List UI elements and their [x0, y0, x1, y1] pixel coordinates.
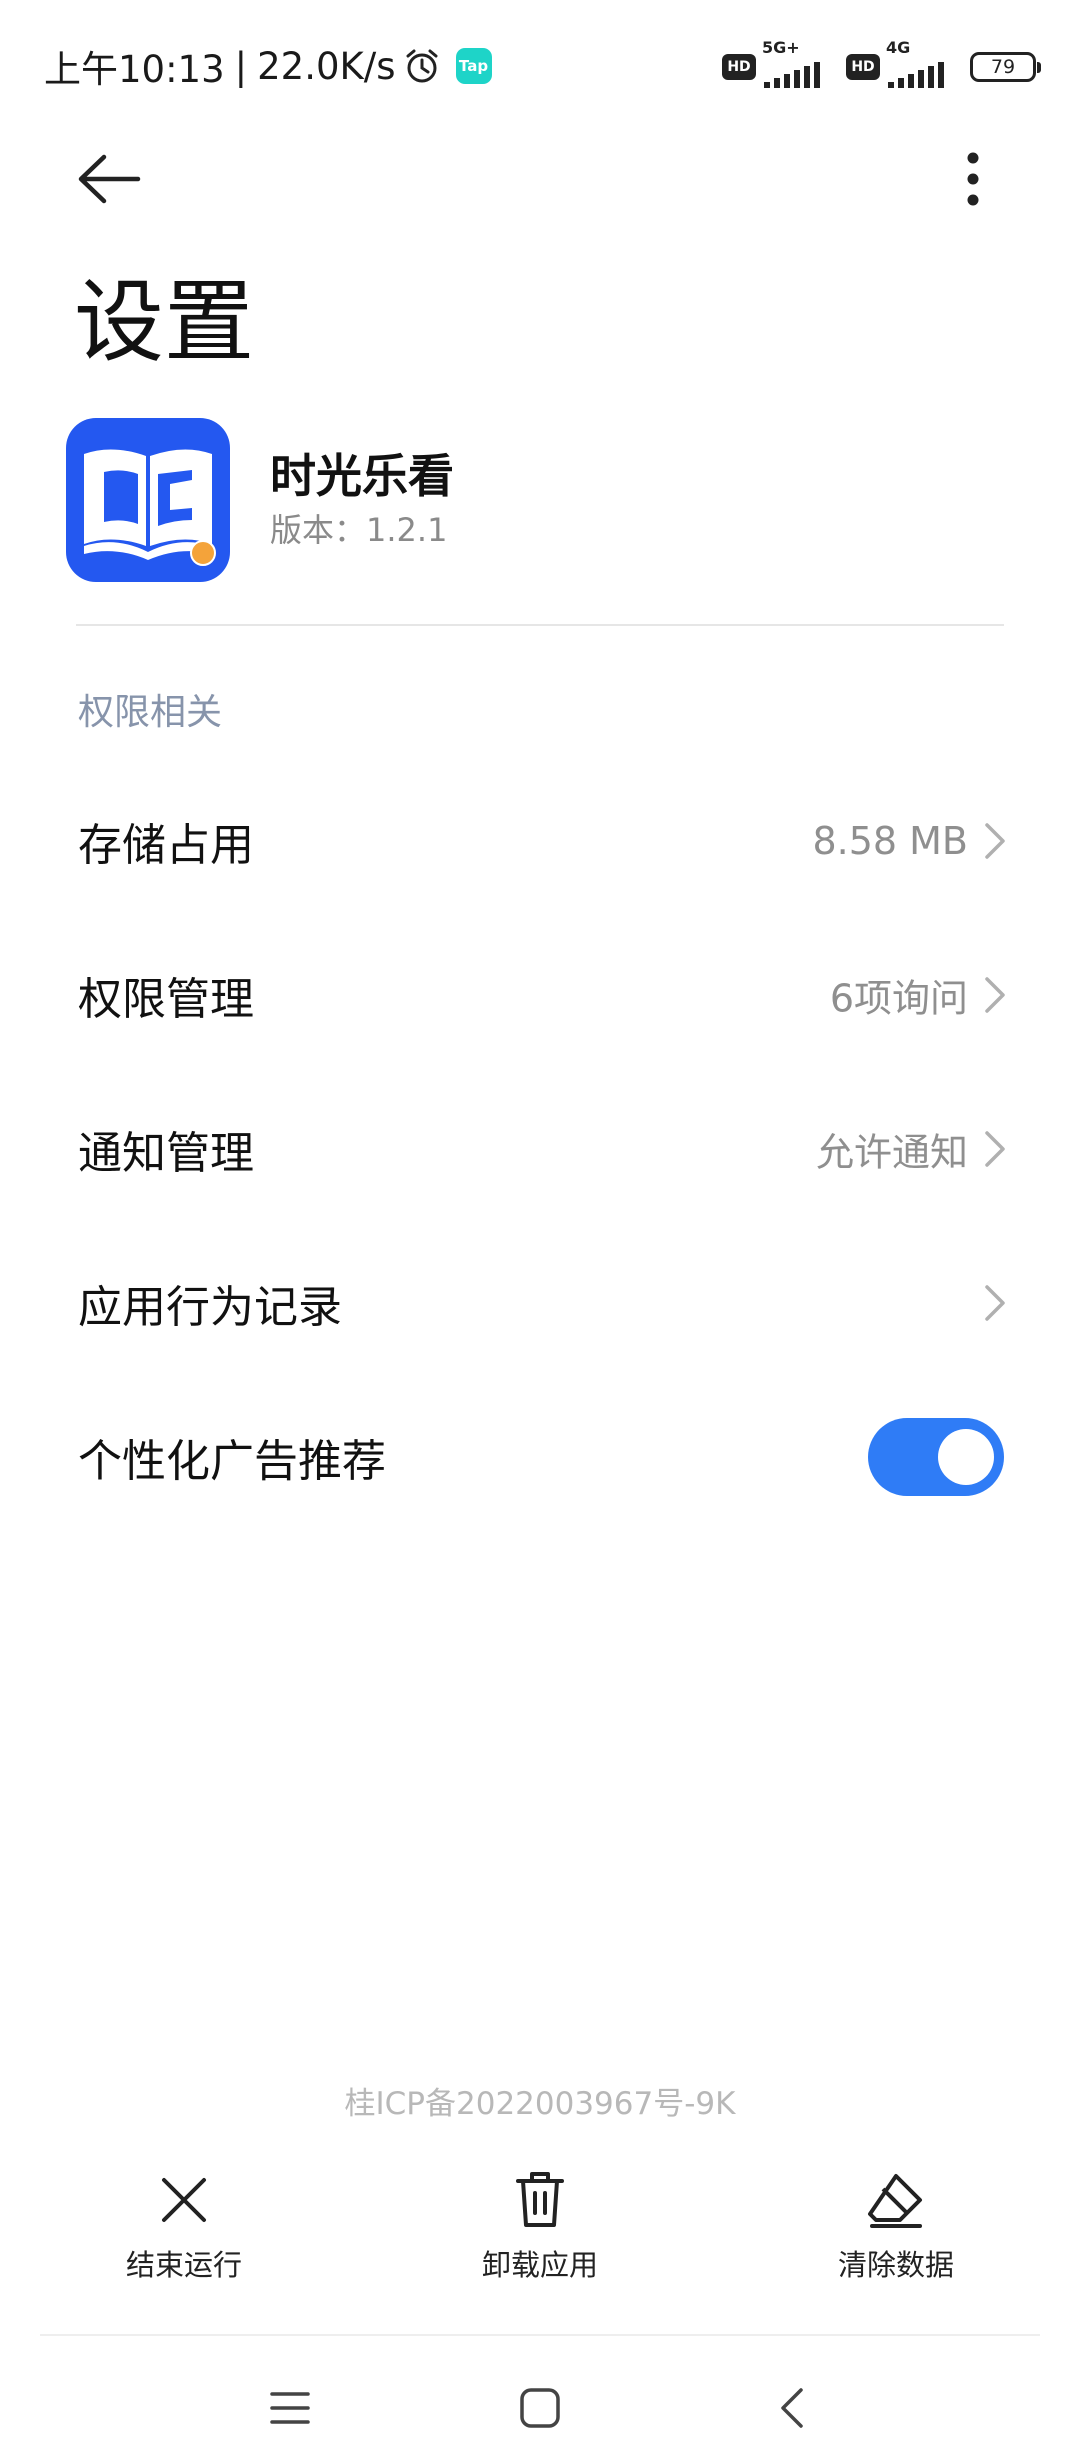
uninstall-button[interactable]: 卸载应用: [430, 2168, 650, 2298]
arrow-left-icon: [78, 154, 141, 204]
alarm-icon: [402, 46, 442, 86]
divider: [76, 624, 1004, 626]
network-type-label-2: 4G: [886, 38, 911, 57]
action-label: 清除数据: [837, 2248, 954, 2282]
signal-icon-2: 4G: [886, 38, 956, 90]
action-bar: 结束运行 卸载应用 清除数据: [0, 2168, 1080, 2298]
force-stop-button[interactable]: 结束运行: [74, 2168, 294, 2298]
battery-icon: 79: [970, 52, 1041, 82]
action-label: 卸载应用: [481, 2248, 598, 2282]
chevron-right-icon: [985, 1285, 1005, 1321]
battery-level: 79: [990, 56, 1016, 78]
setting-app-behavior-log[interactable]: 应用行为记录: [0, 1226, 1080, 1380]
system-back-button[interactable]: [752, 2368, 832, 2448]
home-icon: [520, 2388, 560, 2428]
status-right: HD 5G+ HD 4G 79: [722, 38, 1041, 90]
setting-label: 存储占用: [78, 820, 254, 871]
clear-data-button[interactable]: 清除数据: [786, 2168, 1006, 2298]
home-button[interactable]: [500, 2368, 580, 2448]
setting-value: 6项询问: [829, 976, 968, 1021]
app-version: 版本：1.2.1: [270, 511, 448, 549]
setting-notification-management[interactable]: 通知管理 允许通知: [0, 1072, 1080, 1226]
status-bar: 上午10:13 | 22.0K/s Tap HD 5G+ HD 4G 79: [0, 0, 1080, 135]
back-button[interactable]: [68, 138, 150, 220]
recents-button[interactable]: [250, 2368, 330, 2448]
more-vertical-icon: [967, 152, 979, 206]
link-badge-icon: [190, 540, 216, 566]
tap-app-icon: Tap: [455, 48, 492, 84]
bottom-divider: [40, 2334, 1040, 2336]
chevron-right-icon: [985, 977, 1005, 1013]
back-icon: [781, 2388, 803, 2428]
network-type-label: 5G+: [762, 38, 800, 57]
status-left: 上午10:13 | 22.0K/s Tap: [44, 38, 492, 94]
personalized-ads-toggle[interactable]: [868, 1418, 1004, 1496]
system-nav-bar: [0, 2350, 1080, 2460]
setting-label: 个性化广告推荐: [78, 1436, 386, 1487]
setting-value: 允许通知: [815, 1130, 968, 1175]
setting-value: 8.58 MB: [812, 819, 968, 863]
settings-list: 存储占用 8.58 MB 权限管理 6项询问 通知管理 允许通知 应用行为记录 …: [0, 764, 1080, 1534]
setting-label: 权限管理: [78, 974, 254, 1025]
chevron-right-icon: [985, 823, 1005, 859]
page-title: 设置: [74, 270, 254, 375]
action-label: 结束运行: [125, 2248, 242, 2282]
section-header: 权限相关: [78, 692, 223, 733]
status-separator: |: [234, 44, 248, 88]
chevron-right-icon: [985, 1131, 1005, 1167]
menu-icon: [270, 2392, 310, 2424]
setting-permission-management[interactable]: 权限管理 6项询问: [0, 918, 1080, 1072]
setting-label: 通知管理: [78, 1128, 254, 1179]
status-time: 上午10:13: [44, 48, 225, 91]
icp-license-text: 桂ICP备2022003967号-9K: [344, 2086, 736, 2122]
signal-icon: 5G+: [762, 38, 832, 90]
close-icon: [152, 2168, 216, 2232]
toggle-knob: [938, 1429, 994, 1485]
eraser-icon: [864, 2168, 928, 2232]
setting-personalized-ads: 个性化广告推荐: [0, 1380, 1080, 1534]
app-name: 时光乐看: [270, 449, 454, 503]
hd-badge-2: HD: [846, 54, 880, 80]
app-icon: [66, 418, 230, 582]
status-net-speed: 22.0K/s: [257, 44, 396, 88]
setting-storage-usage[interactable]: 存储占用 8.58 MB: [0, 764, 1080, 918]
hd-badge: HD: [722, 54, 756, 80]
trash-icon: [508, 2168, 572, 2232]
setting-label: 应用行为记录: [78, 1282, 342, 1333]
more-options-button[interactable]: [932, 138, 1014, 220]
